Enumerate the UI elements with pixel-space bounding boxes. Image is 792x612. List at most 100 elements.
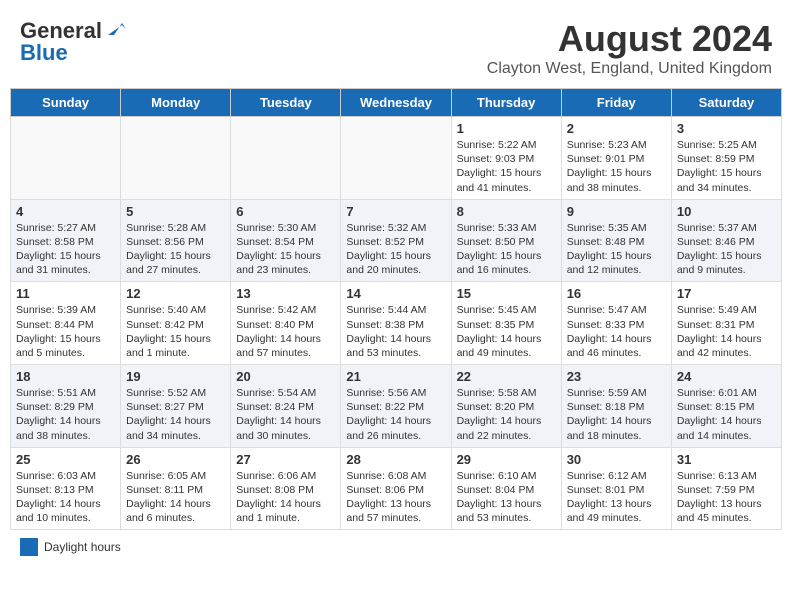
day-info: Daylight: 13 hours and 49 minutes. xyxy=(567,497,666,525)
calendar-cell: 21Sunrise: 5:56 AMSunset: 8:22 PMDayligh… xyxy=(341,365,451,448)
day-info: Sunset: 8:08 PM xyxy=(236,483,335,497)
day-info: Sunset: 8:29 PM xyxy=(16,400,115,414)
header: General Blue August 2024 Clayton West, E… xyxy=(10,10,782,82)
day-info: Sunrise: 5:49 AM xyxy=(677,303,776,317)
day-number: 22 xyxy=(457,369,556,384)
calendar-cell: 2Sunrise: 5:23 AMSunset: 9:01 PMDaylight… xyxy=(561,117,671,200)
day-number: 4 xyxy=(16,204,115,219)
day-info: Daylight: 15 hours and 38 minutes. xyxy=(567,166,666,194)
calendar-cell: 1 Sunrise: 5:22 AMSunset: 9:03 PMDaylight… xyxy=(451,117,561,200)
calendar-cell: 23Sunrise: 5:59 AMSunset: 8:18 PMDayligh… xyxy=(561,365,671,448)
day-info: Daylight: 15 hours and 27 minutes. xyxy=(126,249,225,277)
day-info: Daylight: 15 hours and 20 minutes. xyxy=(346,249,445,277)
day-info: Sunrise: 5:51 AM xyxy=(16,386,115,400)
day-info: Daylight: 13 hours and 53 minutes. xyxy=(457,497,556,525)
day-info: Daylight: 14 hours and 42 minutes. xyxy=(677,332,776,360)
day-info: Daylight: 14 hours and 38 minutes. xyxy=(16,414,115,442)
day-number: 2 xyxy=(567,121,666,136)
day-info: Sunset: 8:54 PM xyxy=(236,235,335,249)
day-info: Sunset: 8:46 PM xyxy=(677,235,776,249)
day-info: Daylight: 14 hours and 46 minutes. xyxy=(567,332,666,360)
main-title: August 2024 xyxy=(487,18,772,60)
day-number: 21 xyxy=(346,369,445,384)
day-info: Sunrise: 5:54 AM xyxy=(236,386,335,400)
week-row-1: 1Sunrise: 5:22 AMSunset: 9:03 PMDaylight… xyxy=(11,117,782,200)
day-info: Sunset: 9:03 PM xyxy=(457,152,556,166)
day-number: 1 xyxy=(457,121,556,136)
day-number: 8 xyxy=(457,204,556,219)
day-info: Sunset: 8:58 PM xyxy=(16,235,115,249)
week-row-2: 4Sunrise: 5:27 AMSunset: 8:58 PMDaylight… xyxy=(11,199,782,282)
day-number: 28 xyxy=(346,452,445,467)
day-info: Sunrise: 5:25 AM xyxy=(677,138,776,152)
col-header-sunday: Sunday xyxy=(11,89,121,117)
day-number: 10 xyxy=(677,204,776,219)
calendar-cell: 8Sunrise: 5:33 AMSunset: 8:50 PMDaylight… xyxy=(451,199,561,282)
day-info: Sunset: 8:22 PM xyxy=(346,400,445,414)
day-info: Sunset: 8:27 PM xyxy=(126,400,225,414)
day-info: Sunset: 8:50 PM xyxy=(457,235,556,249)
day-info: Daylight: 15 hours and 31 minutes. xyxy=(16,249,115,277)
day-info: Sunrise: 5:52 AM xyxy=(126,386,225,400)
calendar-cell: 17 Sunrise: 5:49 AMSunset: 8:31 PMDayligh… xyxy=(671,282,781,365)
calendar-cell: 29Sunrise: 6:10 AMSunset: 8:04 PMDayligh… xyxy=(451,447,561,530)
day-info: Sunrise: 5:47 AM xyxy=(567,303,666,317)
day-info: Sunset: 8:20 PM xyxy=(457,400,556,414)
day-number: 15 xyxy=(457,286,556,301)
day-number: 26 xyxy=(126,452,225,467)
legend-color xyxy=(20,538,38,556)
day-info: Daylight: 15 hours and 1 minute. xyxy=(126,332,225,360)
day-number: 17 xyxy=(677,286,776,301)
day-info: Sunset: 8:01 PM xyxy=(567,483,666,497)
day-number: 29 xyxy=(457,452,556,467)
legend-label: Daylight hours xyxy=(44,540,121,554)
day-info: Daylight: 14 hours and 34 minutes. xyxy=(126,414,225,442)
day-info: Daylight: 14 hours and 1 minute. xyxy=(236,497,335,525)
day-info: Sunset: 8:56 PM xyxy=(126,235,225,249)
calendar-cell: 3Sunrise: 5:25 AMSunset: 8:59 PMDaylight… xyxy=(671,117,781,200)
day-number: 11 xyxy=(16,286,115,301)
day-info: Sunrise: 6:05 AM xyxy=(126,469,225,483)
logo: General Blue xyxy=(20,18,126,66)
logo-blue: Blue xyxy=(20,40,68,66)
calendar-cell xyxy=(341,117,451,200)
day-info: Daylight: 15 hours and 41 minutes. xyxy=(457,166,556,194)
day-info: Sunrise: 5:59 AM xyxy=(567,386,666,400)
day-info: Sunrise: 6:10 AM xyxy=(457,469,556,483)
day-info: Sunset: 8:15 PM xyxy=(677,400,776,414)
calendar-cell xyxy=(121,117,231,200)
day-info: Sunset: 8:42 PM xyxy=(126,318,225,332)
day-info: Sunset: 8:24 PM xyxy=(236,400,335,414)
calendar-cell: 22Sunrise: 5:58 AMSunset: 8:20 PMDayligh… xyxy=(451,365,561,448)
day-number: 30 xyxy=(567,452,666,467)
day-info: Sunset: 8:18 PM xyxy=(567,400,666,414)
day-info: Sunrise: 5:22 AM xyxy=(457,138,556,152)
calendar-cell: 27Sunrise: 6:06 AMSunset: 8:08 PMDayligh… xyxy=(231,447,341,530)
header-row: SundayMondayTuesdayWednesdayThursdayFrid… xyxy=(11,89,782,117)
day-number: 18 xyxy=(16,369,115,384)
calendar-cell: 19Sunrise: 5:52 AMSunset: 8:27 PMDayligh… xyxy=(121,365,231,448)
day-info: Sunset: 8:33 PM xyxy=(567,318,666,332)
calendar-cell: 20Sunrise: 5:54 AMSunset: 8:24 PMDayligh… xyxy=(231,365,341,448)
day-number: 13 xyxy=(236,286,335,301)
day-info: Sunset: 8:31 PM xyxy=(677,318,776,332)
day-info: Sunset: 8:44 PM xyxy=(16,318,115,332)
day-info: Sunrise: 6:08 AM xyxy=(346,469,445,483)
day-info: Sunrise: 6:03 AM xyxy=(16,469,115,483)
calendar-cell: 30Sunrise: 6:12 AMSunset: 8:01 PMDayligh… xyxy=(561,447,671,530)
day-info: Daylight: 14 hours and 14 minutes. xyxy=(677,414,776,442)
calendar-cell: 7Sunrise: 5:32 AMSunset: 8:52 PMDaylight… xyxy=(341,199,451,282)
day-info: Sunset: 8:59 PM xyxy=(677,152,776,166)
calendar-cell xyxy=(11,117,121,200)
col-header-wednesday: Wednesday xyxy=(341,89,451,117)
day-info: Daylight: 15 hours and 12 minutes. xyxy=(567,249,666,277)
day-info: Sunrise: 5:28 AM xyxy=(126,221,225,235)
day-info: Sunset: 9:01 PM xyxy=(567,152,666,166)
day-number: 20 xyxy=(236,369,335,384)
calendar-cell: 25Sunrise: 6:03 AMSunset: 8:13 PMDayligh… xyxy=(11,447,121,530)
day-number: 23 xyxy=(567,369,666,384)
day-number: 5 xyxy=(126,204,225,219)
day-info: Daylight: 14 hours and 10 minutes. xyxy=(16,497,115,525)
day-info: Sunrise: 5:33 AM xyxy=(457,221,556,235)
day-info: Sunset: 8:06 PM xyxy=(346,483,445,497)
